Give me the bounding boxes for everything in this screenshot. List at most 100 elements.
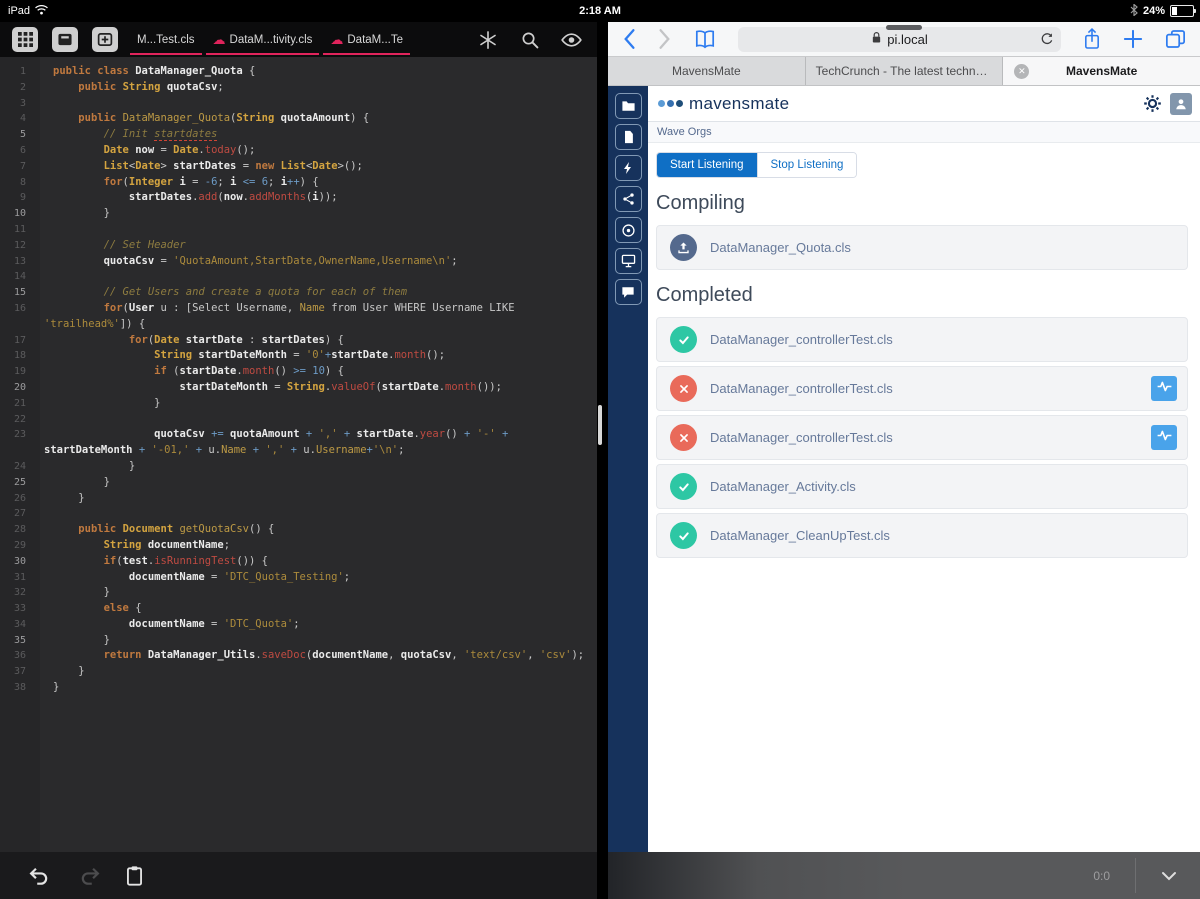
line-number: 7 [19,160,26,172]
code-text: } [53,207,110,220]
code-line: 30 if(test.isRunningTest()) { [0,554,597,570]
code-line: 27 [0,506,597,522]
code-line: 25 } [0,475,597,491]
safari-tab-title: TechCrunch - The latest technol... [815,64,995,78]
file-status-card[interactable]: DataManager_Activity.cls [656,464,1188,509]
code-editor-pane: M...Test.cls ☁ DataM...tivity.cls ☁ DataM...… [0,22,623,899]
safari-tab-title: MavensMate [671,64,741,78]
code-line: 10 } [0,206,597,222]
disc-icon[interactable] [614,217,642,243]
line-number: 9 [19,192,26,204]
line-number: 4 [19,113,26,125]
line-number: 18 [13,350,26,362]
file-status-card[interactable]: DataManager_controllerTest.cls [656,415,1188,460]
editor-tab[interactable]: ☁ DataM...Te [321,22,412,57]
file-status-card[interactable]: DataManager_controllerTest.cls [656,366,1188,411]
code-line: 24 } [0,459,597,475]
slide-over-grabber[interactable] [886,25,922,30]
code-line: 4 public DataManager_Quota(String quotaA… [0,111,597,127]
code-line: 26 } [0,491,597,507]
preview-eye-icon[interactable] [560,28,584,52]
line-number: 1 [19,66,26,77]
code-text: } [53,633,110,646]
code-line: 7 List<Date> startDates = new List<Date>… [0,159,597,175]
safari-tab[interactable]: MavensMate [608,57,806,85]
battery-percent: 24% [1142,5,1165,17]
keyboard-accessory-bar [0,852,597,899]
file-status-card[interactable]: DataManager_CleanUpTest.cls [656,513,1188,558]
share-network-icon[interactable] [614,186,642,212]
app-grid-icon[interactable] [12,27,38,52]
code-text: public Document getQuotaCsv() { [78,523,275,536]
line-number: 32 [13,587,26,599]
code-text: for(Integer i = -6; i <= 6; i++) { [103,175,319,188]
close-panel-icon[interactable] [52,27,78,52]
chat-icon[interactable] [614,279,642,305]
new-tab-icon[interactable] [1123,29,1143,49]
start-listening-button[interactable]: Start Listening [657,153,757,177]
split-view-divider[interactable] [597,22,608,899]
editor-tab[interactable]: M...Test.cls [128,22,204,57]
logo-dot [658,100,665,107]
file-name: DataManager_CleanUpTest.cls [710,528,890,543]
bluetooth-icon [1130,2,1138,19]
code-line: 20 startDateMonth = String.valueOf(start… [0,380,597,396]
code-line: 12 // Set Header [0,238,597,254]
code-text: if (startDate.month() >= 10) { [154,365,344,378]
settings-gear-icon[interactable] [1143,94,1162,113]
tabs-icon[interactable] [1165,29,1186,49]
code-text: } [53,491,85,504]
success-status-icon [670,326,697,353]
safari-tab[interactable]: ✕ MavensMate [1003,57,1200,85]
code-area[interactable]: 1 public class DataManager_Quota {2 publi… [0,57,597,852]
view-log-button[interactable] [1151,425,1177,450]
add-tab-icon[interactable] [92,27,118,52]
share-icon[interactable] [1083,27,1101,51]
line-number: 30 [13,555,26,567]
code-line: 32 } [0,585,597,601]
reload-icon[interactable] [1040,32,1054,46]
forward-icon[interactable] [658,28,672,50]
breadcrumb-link-wave-orgs[interactable]: Wave Orgs [657,126,712,138]
safari-tab[interactable]: TechCrunch - The latest technol... [806,57,1004,85]
monitor-icon[interactable] [614,248,642,274]
user-account-button[interactable] [1170,92,1192,115]
file-status-card[interactable]: DataManager_Quota.cls [656,225,1188,270]
file-status-card[interactable]: DataManager_controllerTest.cls [656,317,1188,362]
view-log-button[interactable] [1151,376,1177,401]
code-text: // Init startdates [103,128,218,142]
chevron-down-icon[interactable] [1160,869,1178,883]
code-line: 37 } [0,664,597,680]
split-drag-handle[interactable] [598,405,602,445]
symbols-star-icon[interactable] [476,28,500,52]
code-line: 33 else { [0,601,597,617]
bookmarks-icon[interactable] [694,29,716,49]
code-line: 14 [0,269,597,285]
code-line: 28 public Document getQuotaCsv() { [0,522,597,538]
line-number: 3 [19,97,26,109]
search-icon[interactable] [518,28,542,52]
file-icon[interactable] [614,124,642,150]
tab-close-icon[interactable]: ✕ [1014,63,1030,79]
clipboard-icon[interactable] [122,864,146,888]
editor-tab[interactable]: ☁ DataM...tivity.cls [204,22,322,57]
listening-button-group: Start Listening Stop Listening [656,152,858,178]
line-number: 36 [13,650,26,662]
redo-icon [78,864,102,888]
line-number: 8 [19,176,26,188]
lightning-icon[interactable] [614,155,642,181]
line-number: 26 [13,492,26,504]
code-text: startDates.add(now.addMonths(i)); [128,191,338,204]
error-status-icon [670,375,697,402]
url-field[interactable]: pi.local [738,26,1061,52]
stop-listening-button[interactable]: Stop Listening [756,153,857,177]
back-icon[interactable] [622,28,636,50]
url-text: pi.local [887,31,928,47]
code-text: public DataManager_Quota(String quotaAmo… [78,112,370,125]
undo-icon[interactable] [26,864,50,888]
logo-dot [676,100,683,107]
folder-icon[interactable] [614,93,642,119]
safari-bottom-bar: 0:0 [608,852,1200,899]
